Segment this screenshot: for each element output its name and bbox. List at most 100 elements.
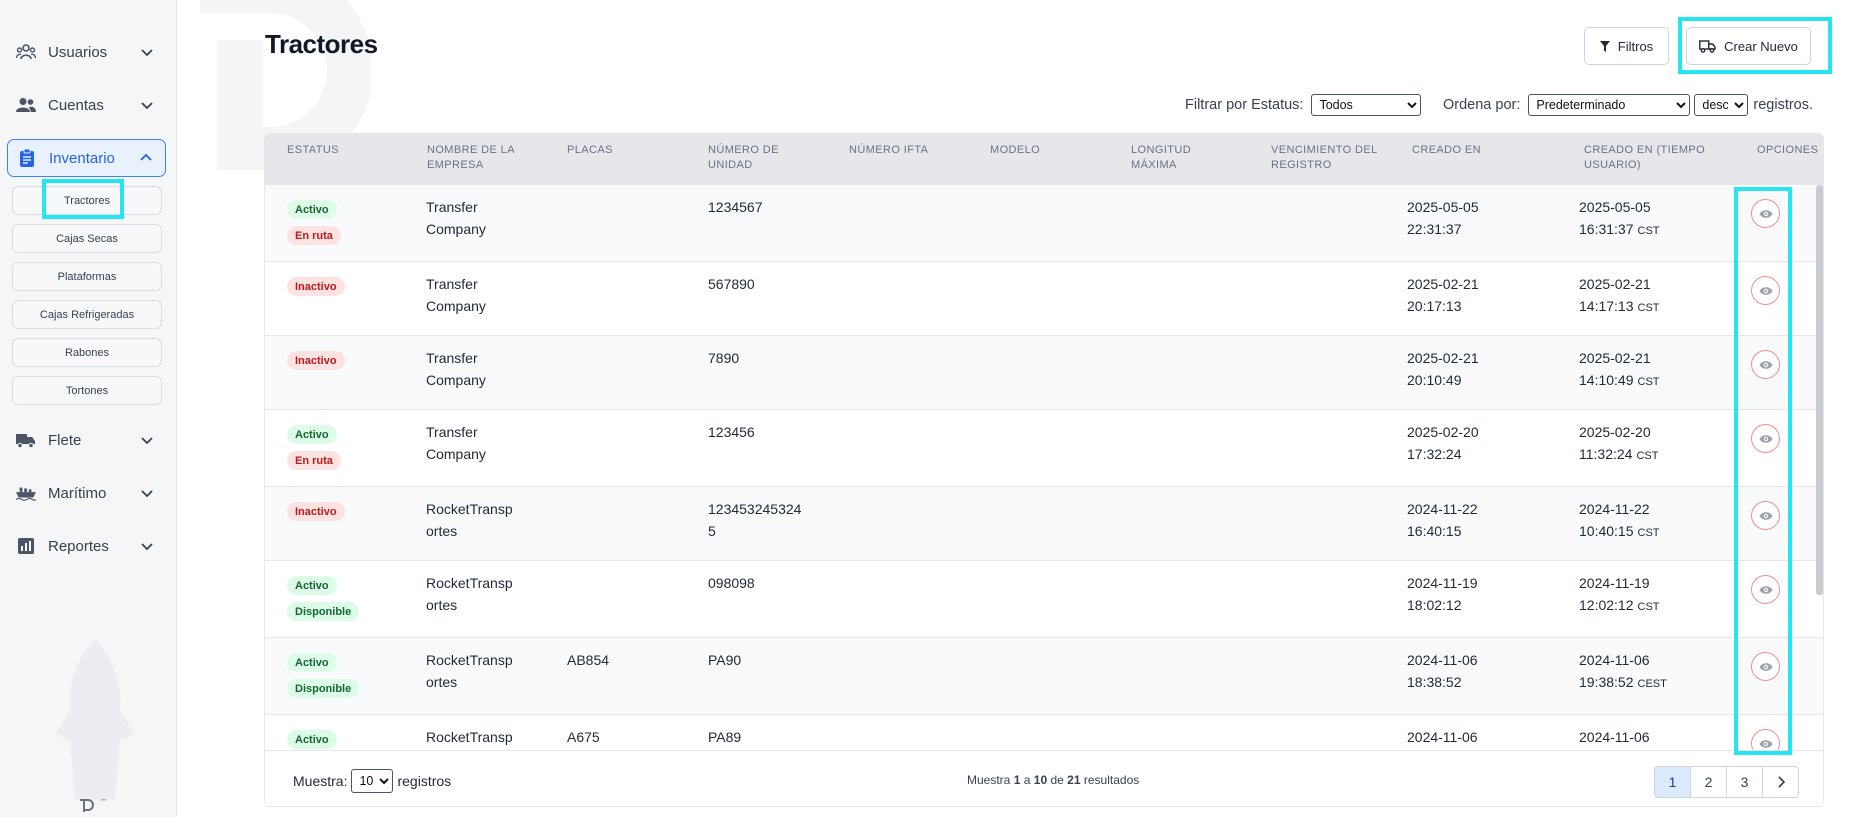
sidebar-item-usuarios[interactable]: Usuarios [7,33,166,71]
pagination: 1 2 3 [1654,766,1799,798]
view-button[interactable] [1751,424,1780,453]
subitem-label: Tortones [65,384,109,397]
col-placas[interactable]: PLACAS [567,143,677,158]
user-created-time: 19:38:52 CEST [1579,671,1667,695]
col-empresa[interactable]: NOMBRE DE LA EMPRESA [427,143,537,173]
view-button[interactable] [1751,729,1780,750]
page-size-select[interactable]: 10 [351,769,394,793]
col-modelo[interactable]: MODELO [990,143,1100,158]
col-numero-ifta[interactable]: NÚMERO IFTA [849,143,969,158]
chevron-down-icon [141,543,153,551]
created-date: 2025-02-21 [1407,350,1479,366]
table-row: Activo Disponible RocketTransp ortes AB854 PA… [265,638,1823,715]
sidebar-item-maritimo[interactable]: Marítimo [7,474,166,512]
records-label: registros [397,773,452,789]
user-time-value: 11:32:24 [1579,446,1633,462]
sidebar-subitem-plataformas[interactable]: Plataformas [12,262,162,291]
sidebar-subitem-cajas-refrigeradas[interactable]: Cajas Refrigeradas [12,300,162,329]
sidebar-item-inventario[interactable]: Inventario [7,139,166,177]
sidebar-item-flete[interactable]: Flete [7,421,166,459]
subitem-label: Rabones [64,346,110,359]
status-badge: Inactivo [287,277,345,296]
chevron-down-icon [141,490,153,498]
company-name-line: Company [426,221,486,237]
filters-button[interactable]: Filtros [1584,27,1669,65]
col-numero-unidad[interactable]: NÚMERO DE UNIDAD [708,143,808,173]
eye-icon [1759,209,1772,218]
col-opciones: OPCIONES [1757,144,1819,156]
table-header: ESTATUS NOMBRE DE LA EMPRESA PLACAS NÚME… [265,134,1823,185]
sidebar-item-cuentas[interactable]: Cuentas [7,86,166,124]
users-icon [16,95,36,115]
sidebar-subitem-cajas-secas[interactable]: Cajas Secas [12,224,162,253]
company-name-line: Transfer [426,199,478,215]
plates-cell: AB854 [567,652,610,668]
sidebar-subitem-tractores[interactable]: Tractores [12,186,162,215]
view-button[interactable] [1751,350,1780,379]
truck-icon [16,430,36,450]
sidebar-item-label: Marítimo [48,484,107,502]
created-time: 22:31:37 [1407,221,1462,237]
page-button-3[interactable]: 3 [1726,766,1763,798]
sidebar-item-reportes[interactable]: Reportes [7,527,166,565]
unit-number-line: 123453245324 [708,501,802,517]
summary-from: 1 [1013,773,1021,787]
create-new-button[interactable]: Crear Nuevo [1686,27,1811,65]
user-created-date: 2024-11-19 [1579,575,1650,591]
table-row: Inactivo RocketTransp ortes 123453245324 5 20… [265,487,1823,561]
col-vencimiento[interactable]: VENCIMIENTO DEL REGISTRO [1271,143,1381,173]
created-date: 2024-11-22 [1407,501,1478,517]
summary-text: a [1023,773,1031,787]
sidebar-item-label: Cuentas [48,96,104,114]
view-button[interactable] [1751,199,1780,228]
status-badge: Activo [287,730,337,749]
unit-number-line: 1234567 [708,199,763,215]
ship-icon [16,483,36,503]
order-label: Ordena por: [1443,97,1521,113]
created-date: 2025-02-21 [1407,276,1479,292]
rocket-watermark-icon [55,640,135,800]
user-created-date: 2025-02-20 [1579,424,1651,440]
sidebar-subitem-tortones[interactable]: Tortones [12,376,162,405]
user-created-date: 2025-05-05 [1579,199,1651,215]
table-row: Activo En ruta Transfer Company 123456 2025-0… [265,410,1823,487]
users-group-icon [16,42,36,62]
status-badge: Activo [287,200,337,219]
eye-icon [1759,286,1772,295]
timezone-label: CEST [1637,678,1667,690]
timezone-label: CST [1637,601,1660,613]
sidebar-subitem-rabones[interactable]: Rabones [12,338,162,367]
col-longitud-maxima[interactable]: LONGITUD MÁXIMA [1131,143,1231,173]
subitem-label: Plataformas [57,270,117,283]
page-button-1[interactable]: 1 [1654,766,1691,798]
user-time-value: 19:38:52 [1579,674,1634,690]
chevron-up-icon [140,153,152,161]
eye-icon [1759,360,1772,369]
unit-number-line: 098098 [708,575,755,591]
next-page-button[interactable] [1762,766,1799,798]
created-time: 20:10:49 [1407,372,1462,388]
timezone-label: CST [1637,225,1660,237]
status-select[interactable]: Todos [1311,94,1422,116]
order-direction-select[interactable]: desc [1694,94,1749,116]
sidebar-item-label: Inventario [49,149,115,167]
col-creado-en-usuario[interactable]: CREADO EN (TIEMPO USUARIO) [1584,143,1734,173]
company-name-line: RocketTransp [426,729,513,745]
company-name-line: Transfer [426,424,478,440]
user-time-value: 14:10:49 [1579,372,1634,388]
table-row: Activo En ruta Transfer Company 1234567 2025-… [265,185,1823,262]
company-name-line: ortes [426,597,458,613]
sidebar: ™ Usuarios Cuentas Inventario Tractores … [0,0,177,817]
table-scrollbar[interactable] [1816,185,1823,595]
view-button[interactable] [1751,501,1780,530]
col-creado-en[interactable]: CREADO EN [1412,143,1522,158]
col-estatus[interactable]: ESTATUS [287,143,397,158]
unit-number-line: 123456 [708,424,755,440]
order-select[interactable]: Predeterminado [1528,94,1691,116]
view-button[interactable] [1751,276,1780,305]
page-button-2[interactable]: 2 [1690,766,1727,798]
company-name-line: Transfer [426,350,478,366]
view-button[interactable] [1751,575,1780,604]
company-name-line: ortes [426,674,458,690]
view-button[interactable] [1751,652,1780,681]
